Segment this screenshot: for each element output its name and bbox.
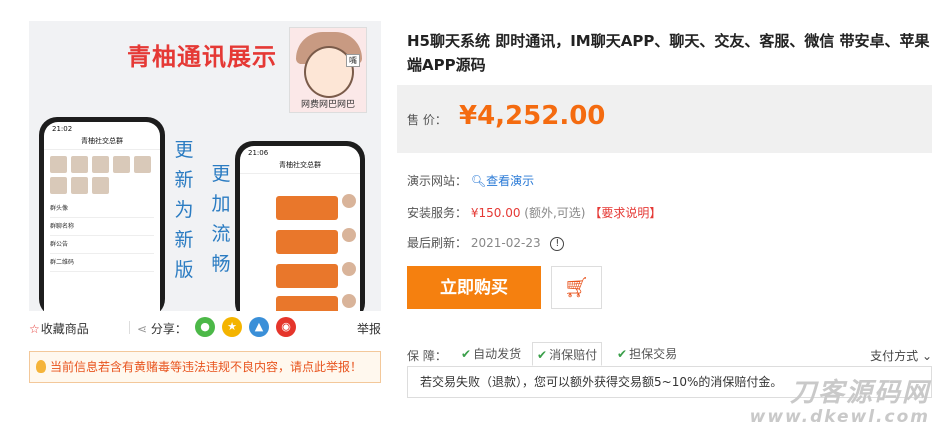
payment-method-label: 支付方式 [870, 349, 919, 363]
cart-icon: 🛒︎ [563, 275, 590, 299]
anime-avatar: 嘴 网费网巴网巴 [289, 27, 367, 113]
guarantee-bar: 保 障： ✔ 自动发货 ✔ 消保赔付 ✔ 担保交易 支付方式 ⌄ [407, 342, 932, 366]
phone-screen-left: 21:02 青柚社交总群 群头像 群聊名称 群公告 群二维码 [44, 122, 160, 311]
member-grid [44, 150, 160, 200]
refresh-row: 最后刷新： 2021-02-23 ! [407, 234, 565, 251]
member-avatar [71, 177, 88, 194]
share-text: 分享： [150, 322, 187, 336]
collect-label: 收藏商品 [40, 322, 89, 336]
guarantee-consumer-protection[interactable]: ✔ 消保赔付 [532, 342, 603, 366]
payment-method-dropdown[interactable]: 支付方式 ⌄ [870, 347, 932, 364]
product-title: H5聊天系统 即时通讯，IM聊天APP、聊天、交友、客服、微信 带安卓、苹果端A… [407, 32, 930, 74]
chevron-down-icon: ⌄ [921, 349, 932, 363]
watermark-line-1: 刀客源码网 [789, 378, 930, 408]
vertical-text-update: 更新为新版 [174, 139, 194, 281]
chat-bubble [276, 296, 338, 311]
chat-bubble [276, 196, 338, 220]
share-label: ⋖ 分享： [137, 320, 187, 337]
member-avatar [50, 177, 67, 194]
notice-text: 当前信息若含有黄赌毒等违法违规不良内容，请点此举报！ [50, 360, 363, 374]
install-label: 安装服务： [407, 206, 468, 220]
watermark-line-2: www.dkewl.com [749, 407, 930, 427]
member-avatar [92, 156, 109, 173]
phone-mockup-right: 21:06 青柚社交总群 [235, 141, 365, 311]
settings-row: 群二维码 [50, 254, 154, 272]
settings-row: 群聊名称 [50, 218, 154, 236]
buy-now-button[interactable]: 立即购买 [407, 266, 541, 309]
price-panel: 售 价： ¥4,252.00 [397, 85, 932, 153]
weibo-icon[interactable]: ◉ [276, 317, 296, 337]
guarantee-auto-delivery[interactable]: ✔ 自动发货 [457, 342, 525, 366]
refresh-date: 2021-02-23 [470, 236, 541, 250]
demo-label: 演示网站： [407, 174, 468, 188]
chat-avatar [342, 262, 356, 276]
banner-title: 青柚通讯展示 [127, 43, 277, 71]
phone-time: 21:02 [52, 125, 73, 133]
price-value: ¥4,252.00 [459, 101, 606, 131]
member-avatar [50, 156, 67, 173]
lightbulb-icon [36, 360, 46, 373]
guarantee-escrow[interactable]: ✔ 担保交易 [613, 342, 681, 366]
qq-icon[interactable]: ▲ [249, 317, 269, 337]
install-row: 安装服务： ¥150.00 (额外,可选) 【要求说明】 [407, 204, 661, 221]
watermark: 刀客源码网 www.dkewl.com [750, 372, 930, 427]
install-note: (额外,可选) [524, 206, 586, 220]
add-to-cart-button[interactable]: 🛒︎ [551, 266, 602, 309]
member-avatar [134, 156, 151, 173]
phone-chat-title: 青柚社交总群 [44, 136, 160, 150]
star-icon: ☆ [29, 322, 40, 336]
chat-bubble [276, 264, 338, 288]
member-avatar [71, 156, 88, 173]
info-icon[interactable]: ! [550, 236, 565, 251]
qzone-icon[interactable]: ★ [222, 317, 242, 337]
collect-button[interactable]: ☆收藏商品 [29, 320, 89, 337]
report-notice[interactable]: 当前信息若含有黄赌毒等违法违规不良内容，请点此举报！ [29, 351, 381, 383]
check-icon: ✔ [617, 347, 628, 361]
member-avatar [92, 177, 109, 194]
guarantee-item-label: 担保交易 [629, 347, 678, 361]
divider [129, 321, 130, 334]
search-icon: 🔍︎ [470, 174, 487, 188]
install-requirements-link[interactable]: 【要求说明】 [589, 206, 661, 220]
price-label: 售 价： [407, 113, 447, 127]
vertical-text-smooth: 更加流畅 [211, 163, 231, 275]
demo-link-text: 查看演示 [486, 174, 535, 188]
guarantee-item-label: 自动发货 [473, 347, 522, 361]
product-actions: ☆收藏商品 ⋖ 分享： ● ★ ▲ ◉ 举报 [29, 316, 381, 340]
share-icon: ⋖ [137, 322, 148, 336]
demo-link[interactable]: 🔍︎查看演示 [471, 174, 534, 188]
chat-bubble [276, 230, 338, 254]
chat-avatar [342, 194, 356, 208]
phone-time: 21:06 [248, 149, 269, 157]
settings-row: 群头像 [50, 200, 154, 218]
avatar-caption: 网费网巴网巴 [300, 100, 355, 110]
settings-row: 群公告 [50, 236, 154, 254]
demo-row: 演示网站： 🔍︎查看演示 [407, 172, 534, 189]
refresh-label: 最后刷新： [407, 236, 468, 250]
member-avatar [113, 156, 130, 173]
report-link[interactable]: 举报 [357, 320, 381, 337]
check-icon: ✔ [537, 348, 548, 362]
wechat-icon[interactable]: ● [195, 317, 215, 337]
chat-avatar [342, 294, 356, 308]
guarantee-label: 保 障： [407, 349, 447, 363]
phone-chat-title: 青柚社交总群 [240, 160, 360, 174]
product-image: 青柚通讯展示 嘴 网费网巴网巴 21:02 青柚社交总群 群头像 群聊名称 群公… [29, 21, 381, 311]
guarantee-item-label: 消保赔付 [549, 348, 598, 362]
check-icon: ✔ [461, 347, 472, 361]
phone-screen-right: 21:06 青柚社交总群 [240, 146, 360, 311]
chat-avatar [342, 228, 356, 242]
install-fee: ¥150.00 [470, 206, 521, 220]
phone-mockup-left: 21:02 青柚社交总群 群头像 群聊名称 群公告 群二维码 [39, 117, 165, 311]
avatar-tag: 嘴 [346, 54, 360, 67]
